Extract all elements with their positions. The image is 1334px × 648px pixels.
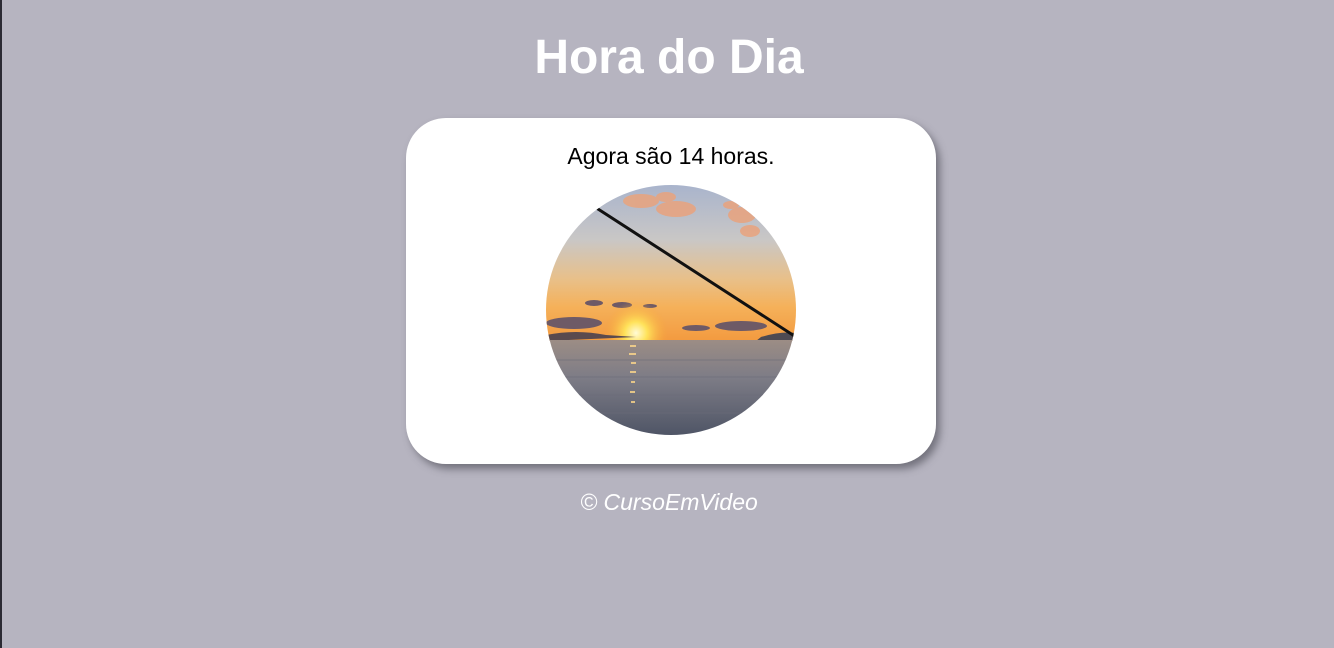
footer-credit: © CursoEmVideo (580, 489, 758, 515)
time-message: Agora são 14 horas. (567, 143, 775, 169)
page-title: Hora do Dia (534, 31, 804, 84)
time-card: Agora são 14 horas. (406, 118, 936, 464)
sunset-photo (546, 185, 796, 435)
sunset-image (546, 185, 796, 435)
